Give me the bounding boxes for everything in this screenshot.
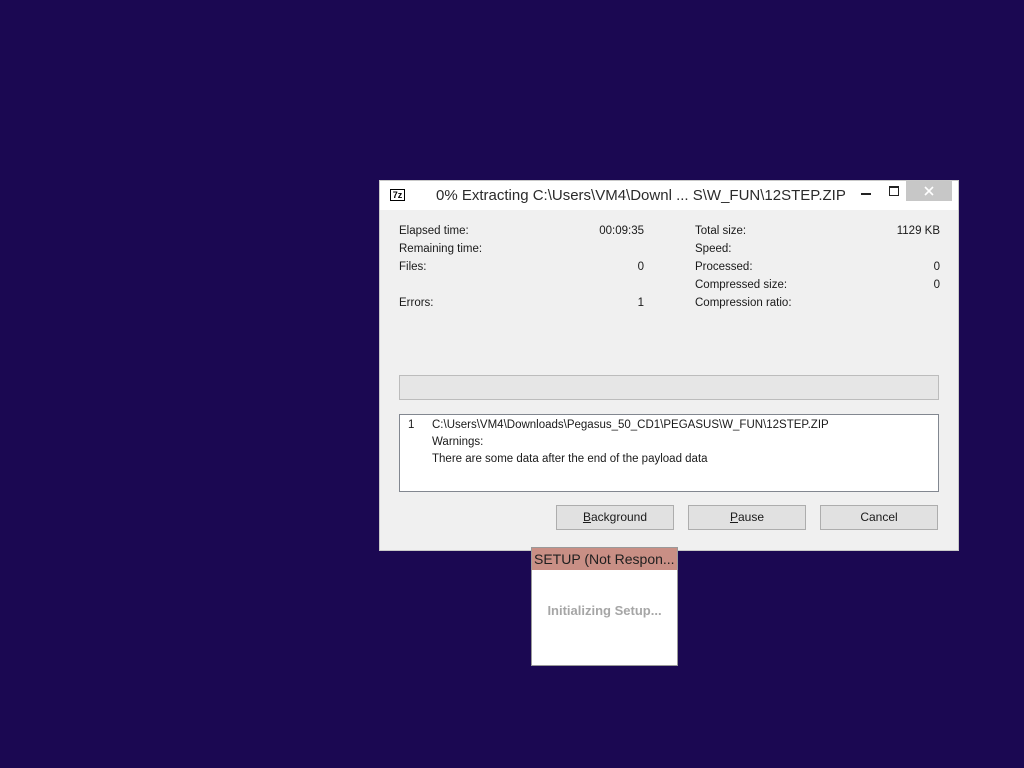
window-titlebar[interactable]: 7z 0% Extracting C:\Users\VM4\Downl ... …: [380, 181, 958, 210]
message-index: 1: [408, 419, 415, 431]
total-size-value: 1129 KB: [896, 225, 940, 237]
files-value: 0: [637, 261, 644, 273]
extraction-progress-bar: [399, 375, 939, 400]
maximize-button[interactable]: [880, 181, 908, 201]
messages-list[interactable]: 1 C:\Users\VM4\Downloads\Pegasus_50_CD1\…: [399, 414, 939, 492]
processed-label: Processed:: [695, 261, 753, 273]
message-file-path: C:\Users\VM4\Downloads\Pegasus_50_CD1\PE…: [432, 419, 829, 431]
total-size-label: Total size:: [695, 225, 747, 237]
extraction-progress-window[interactable]: 7z 0% Extracting C:\Users\VM4\Downl ... …: [379, 180, 959, 551]
compressed-size-label: Compressed size:: [695, 279, 788, 291]
minimize-icon: [861, 193, 871, 195]
close-button[interactable]: [906, 181, 952, 201]
setup-titlebar[interactable]: SETUP (Not Respon...: [532, 548, 677, 570]
pause-button[interactable]: Pause: [688, 505, 806, 530]
processed-value: 0: [933, 261, 940, 273]
compressed-size-value: 0: [933, 279, 940, 291]
elapsed-time-value: 00:09:35: [599, 225, 644, 237]
cancel-button[interactable]: Cancel: [820, 505, 938, 530]
errors-label: Errors:: [399, 297, 434, 309]
files-label: Files:: [399, 261, 427, 273]
compression-ratio-label: Compression ratio:: [695, 297, 792, 309]
close-icon: [924, 186, 934, 196]
elapsed-time-label: Elapsed time:: [399, 225, 469, 237]
window-title: 0% Extracting C:\Users\VM4\Downl ... S\W…: [436, 187, 846, 204]
maximize-icon: [889, 186, 899, 196]
minimize-button[interactable]: [852, 181, 880, 201]
setup-window-title: SETUP (Not Respon...: [534, 551, 675, 567]
errors-value: 1: [637, 297, 644, 309]
background-button[interactable]: Background: [556, 505, 674, 530]
desktop: 7z 0% Extracting C:\Users\VM4\Downl ... …: [0, 0, 1024, 768]
remaining-time-label: Remaining time:: [399, 243, 483, 255]
message-warning-header: Warnings:: [432, 436, 484, 448]
setup-window[interactable]: SETUP (Not Respon... Initializing Setup.…: [531, 547, 678, 666]
speed-label: Speed:: [695, 243, 732, 255]
7zip-app-icon: 7z: [390, 189, 405, 201]
message-warning-text: There are some data after the end of the…: [432, 453, 708, 465]
setup-status-text: Initializing Setup...: [547, 603, 662, 618]
